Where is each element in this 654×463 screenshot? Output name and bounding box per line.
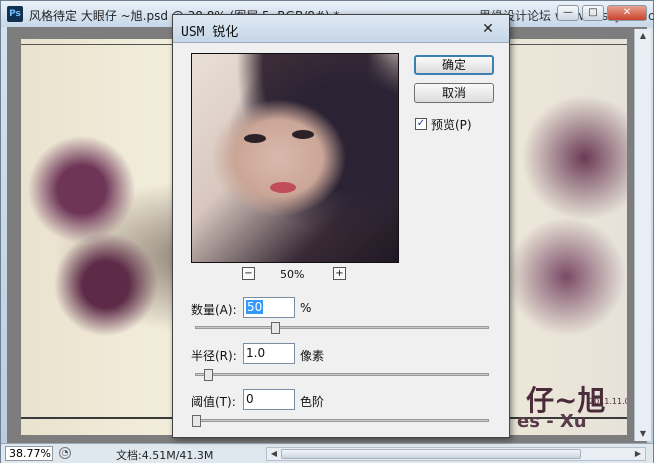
radius-slider[interactable] [195,373,489,376]
scroll-down-icon[interactable]: ▼ [635,427,651,441]
scrollbar-thumb[interactable] [281,449,581,459]
scroll-left-icon[interactable]: ◀ [267,448,281,460]
radius-label: 半径(R): [191,349,237,363]
preview-checkbox[interactable]: ✓ [415,118,427,130]
amount-unit: % [300,301,312,315]
preview-zoom-level: 50% [280,268,305,281]
threshold-input[interactable]: 0 [243,389,295,410]
zoom-in-button[interactable]: + [333,267,346,280]
threshold-label: 阈值(T): [191,395,236,409]
threshold-slider-thumb[interactable] [192,415,201,427]
minimize-button[interactable]: — [557,5,579,21]
radius-input[interactable]: 1.0 [243,343,295,364]
document-size-info[interactable]: 文档:4.51M/41.3M [116,447,213,463]
scroll-up-icon[interactable]: ▲ [635,29,651,43]
amount-input[interactable]: 50 [243,297,295,318]
vertical-scrollbar[interactable]: ▲ ▼ [634,29,651,441]
threshold-slider[interactable] [195,419,489,422]
filter-preview-image[interactable] [191,53,399,263]
radius-unit: 像素 [300,349,325,363]
amount-value: 50 [246,300,264,314]
signature-date: 2011.11.07 [589,397,627,406]
usm-sharpen-dialog: USM 锐化 ✕ − 50% + 确定 取消 ✓ 预览(P) 数量(A): 50… [172,14,510,438]
close-window-button[interactable]: ✕ [607,5,647,21]
status-info-icon[interactable]: ◔ [59,447,71,459]
preview-checkbox-label[interactable]: 预览(P) [431,116,472,133]
amount-label: 数量(A): [191,303,237,317]
signature-subtext: es - Xu [517,411,587,432]
dialog-title: USM 锐化 [181,25,239,40]
scroll-right-icon[interactable]: ▶ [631,448,645,460]
preview-lips [270,182,296,193]
maximize-button[interactable]: □ [582,5,604,21]
dialog-close-button[interactable]: ✕ [477,20,499,38]
photoshop-logo-icon: Ps [7,6,23,22]
cancel-button[interactable]: 取消 [414,83,494,103]
ok-button[interactable]: 确定 [414,55,494,75]
zoom-out-button[interactable]: − [242,267,255,280]
status-bar: 38.77% ◔ 文档:4.51M/41.3M ◀ ▶ [1,443,653,463]
horizontal-scrollbar[interactable]: ◀ ▶ [266,447,646,461]
preview-eye-left [244,134,266,143]
dialog-titlebar[interactable]: USM 锐化 ✕ [173,15,509,43]
amount-slider[interactable] [195,326,489,329]
threshold-unit: 色阶 [300,395,325,409]
amount-slider-thumb[interactable] [271,322,281,334]
radius-slider-thumb[interactable] [203,369,213,381]
preview-eye-right [292,130,314,139]
zoom-level-field[interactable]: 38.77% [5,446,53,461]
